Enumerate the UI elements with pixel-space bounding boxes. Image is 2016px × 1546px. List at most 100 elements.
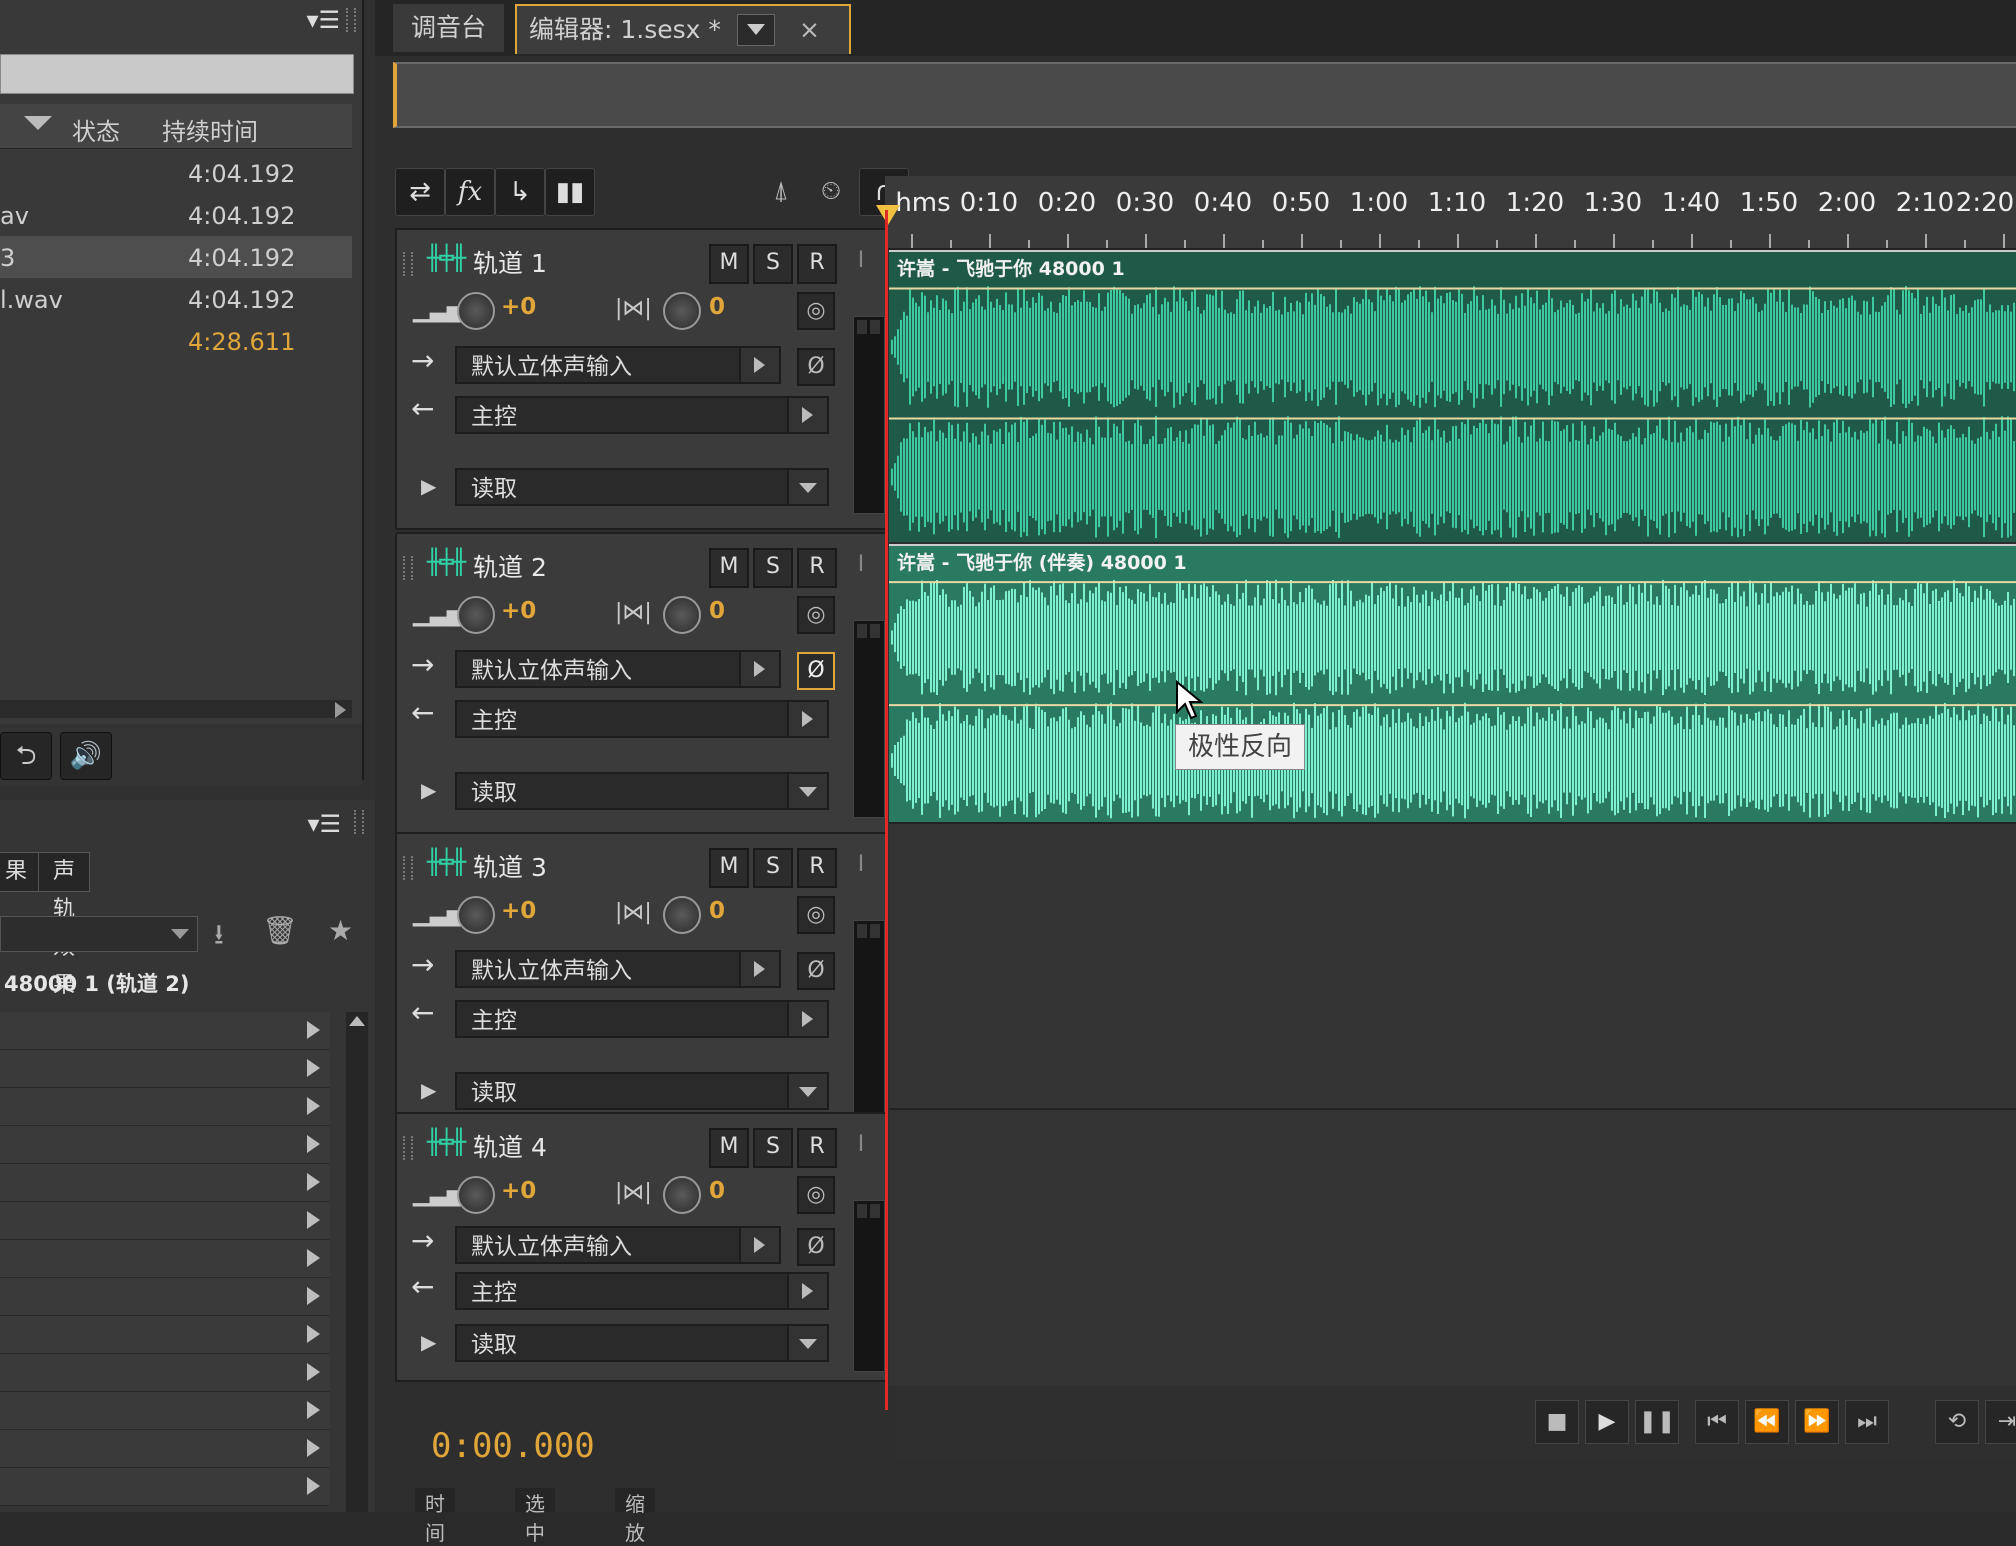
insert-into-session-button[interactable]: ⮌: [0, 732, 52, 780]
mute-button[interactable]: M: [709, 848, 749, 888]
solo-button[interactable]: S: [753, 244, 793, 284]
stereo-balance-icon[interactable]: ◎: [797, 596, 835, 634]
tab-clip-effects[interactable]: 果: [0, 852, 43, 892]
file-row-selected[interactable]: 3 4:04.192: [0, 236, 352, 278]
volume-knob[interactable]: [457, 292, 495, 330]
output-select[interactable]: 主控: [455, 700, 829, 738]
effects-fx-icon[interactable]: fx: [445, 168, 495, 216]
play-icon[interactable]: ▶: [1585, 1400, 1629, 1444]
stereo-balance-icon[interactable]: ◎: [797, 896, 835, 934]
audio-clip[interactable]: 许嵩 - 飞驰于你 48000 1: [889, 250, 2016, 542]
playhead-marker-icon[interactable]: [876, 205, 900, 225]
stereo-balance-icon[interactable]: ◎: [797, 292, 835, 330]
monitor-input-button[interactable]: I: [843, 244, 879, 280]
column-duration[interactable]: 持续时间: [162, 112, 258, 147]
effect-slot[interactable]: [0, 1202, 330, 1240]
track-drag-handle[interactable]: [403, 1136, 413, 1160]
monitor-input-button[interactable]: I: [843, 1128, 879, 1164]
pan-value[interactable]: 0: [709, 898, 725, 924]
file-row[interactable]: l.wav 4:04.192: [0, 278, 352, 320]
output-select[interactable]: 主控: [455, 1272, 829, 1310]
chevron-right-icon[interactable]: [739, 652, 779, 686]
chevron-right-icon[interactable]: [739, 952, 779, 986]
inputs-outputs-icon[interactable]: ⇄: [395, 168, 445, 216]
solo-button[interactable]: S: [753, 1128, 793, 1168]
chevron-right-icon[interactable]: [787, 398, 827, 432]
file-row-session[interactable]: 4:28.611: [0, 320, 352, 362]
save-preset-icon[interactable]: ⭳: [214, 914, 224, 962]
scroll-right-arrow-icon[interactable]: [335, 702, 346, 718]
files-search-input[interactable]: [0, 54, 354, 94]
panel-menu-icon[interactable]: ▾☰: [306, 6, 340, 34]
file-row[interactable]: 4:04.192: [0, 152, 352, 194]
session-overview-bar[interactable]: [393, 62, 2016, 128]
expand-triangle-icon[interactable]: ▶: [421, 778, 436, 802]
empty-track-lane[interactable]: [889, 822, 2016, 1110]
monitor-input-button[interactable]: I: [843, 548, 879, 584]
automation-mode-select[interactable]: 读取: [455, 1324, 829, 1362]
input-select[interactable]: 默认立体声输入: [455, 950, 781, 988]
effect-slot[interactable]: [0, 1126, 330, 1164]
polarity-invert-button-hovered[interactable]: Ø: [797, 652, 835, 690]
metronome-icon[interactable]: ⏲: [807, 168, 855, 214]
track-drag-handle[interactable]: [403, 252, 413, 276]
rewind-icon[interactable]: ⏪: [1745, 1400, 1789, 1444]
panel-grip[interactable]: [354, 810, 364, 834]
expand-triangle-icon[interactable]: ▶: [421, 1330, 436, 1354]
tab-mixer[interactable]: 调音台: [393, 4, 505, 52]
eq-bars-icon[interactable]: ▮▮: [545, 168, 595, 216]
files-horizontal-scrollbar[interactable]: [0, 700, 352, 718]
slot-arrow-icon[interactable]: [307, 1477, 320, 1495]
chevron-right-icon[interactable]: [787, 702, 827, 736]
track-name[interactable]: 轨道 2: [473, 548, 547, 584]
autoplay-speaker-button[interactable]: 🔊: [60, 732, 112, 780]
pan-knob[interactable]: [663, 1176, 701, 1214]
record-arm-button[interactable]: R: [797, 848, 837, 888]
mute-button[interactable]: M: [709, 548, 749, 588]
pan-value[interactable]: 0: [709, 598, 725, 624]
polarity-invert-button[interactable]: Ø: [797, 952, 835, 990]
trash-icon[interactable]: 🗑: [262, 914, 298, 947]
mute-button[interactable]: M: [709, 244, 749, 284]
track-drag-handle[interactable]: [403, 556, 413, 580]
automation-mode-select[interactable]: 读取: [455, 468, 829, 506]
effect-slot[interactable]: [0, 1316, 330, 1354]
tab-time[interactable]: 时间: [415, 1488, 455, 1545]
effect-slot[interactable]: [0, 1278, 330, 1316]
effect-slot[interactable]: [0, 1468, 330, 1506]
automation-mode-select[interactable]: 读取: [455, 772, 829, 810]
effect-slot[interactable]: [0, 1050, 330, 1088]
chevron-right-icon[interactable]: [787, 1002, 827, 1036]
output-select[interactable]: 主控: [455, 1000, 829, 1038]
pause-icon[interactable]: ❚❚: [1635, 1400, 1679, 1444]
record-arm-button[interactable]: R: [797, 244, 837, 284]
chevron-down-icon[interactable]: [787, 1326, 827, 1360]
effect-slot[interactable]: [0, 1164, 330, 1202]
record-arm-button[interactable]: R: [797, 548, 837, 588]
go-to-start-icon[interactable]: ⏮: [1695, 1400, 1739, 1444]
volume-knob[interactable]: [457, 596, 495, 634]
effect-slot[interactable]: [0, 1354, 330, 1392]
volume-knob[interactable]: [457, 1176, 495, 1214]
volume-value[interactable]: +0: [501, 598, 536, 624]
track-name[interactable]: 轨道 3: [473, 848, 547, 884]
panel-menu-icon[interactable]: ▾☰: [307, 810, 341, 838]
sort-arrow-icon[interactable]: [24, 116, 52, 130]
scroll-up-arrow-icon[interactable]: [349, 1016, 365, 1026]
input-select[interactable]: 默认立体声输入: [455, 346, 781, 384]
loop-icon[interactable]: ⟲: [1935, 1400, 1979, 1444]
track-name[interactable]: 轨道 4: [473, 1128, 547, 1164]
skip-selection-icon[interactable]: ⇥: [1985, 1400, 2016, 1444]
slot-arrow-icon[interactable]: [307, 1287, 320, 1305]
volume-knob[interactable]: [457, 896, 495, 934]
file-row[interactable]: av 4:04.192: [0, 194, 352, 236]
slot-arrow-icon[interactable]: [307, 1059, 320, 1077]
effects-vertical-scrollbar[interactable]: [346, 1012, 368, 1512]
volume-value[interactable]: +0: [501, 1178, 536, 1204]
timecode-display[interactable]: 0:00.000: [431, 1426, 595, 1466]
metronome-off-icon[interactable]: ⍋: [757, 168, 805, 214]
pan-knob[interactable]: [663, 896, 701, 934]
record-arm-button[interactable]: R: [797, 1128, 837, 1168]
expand-triangle-icon[interactable]: ▶: [421, 474, 436, 498]
pan-knob[interactable]: [663, 292, 701, 330]
